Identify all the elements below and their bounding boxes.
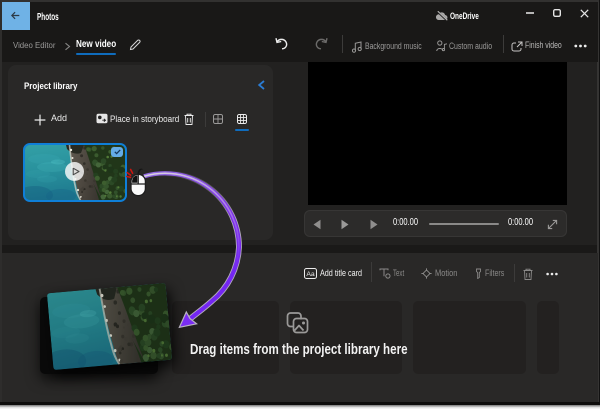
svg-text:Aa: Aa (306, 271, 315, 278)
